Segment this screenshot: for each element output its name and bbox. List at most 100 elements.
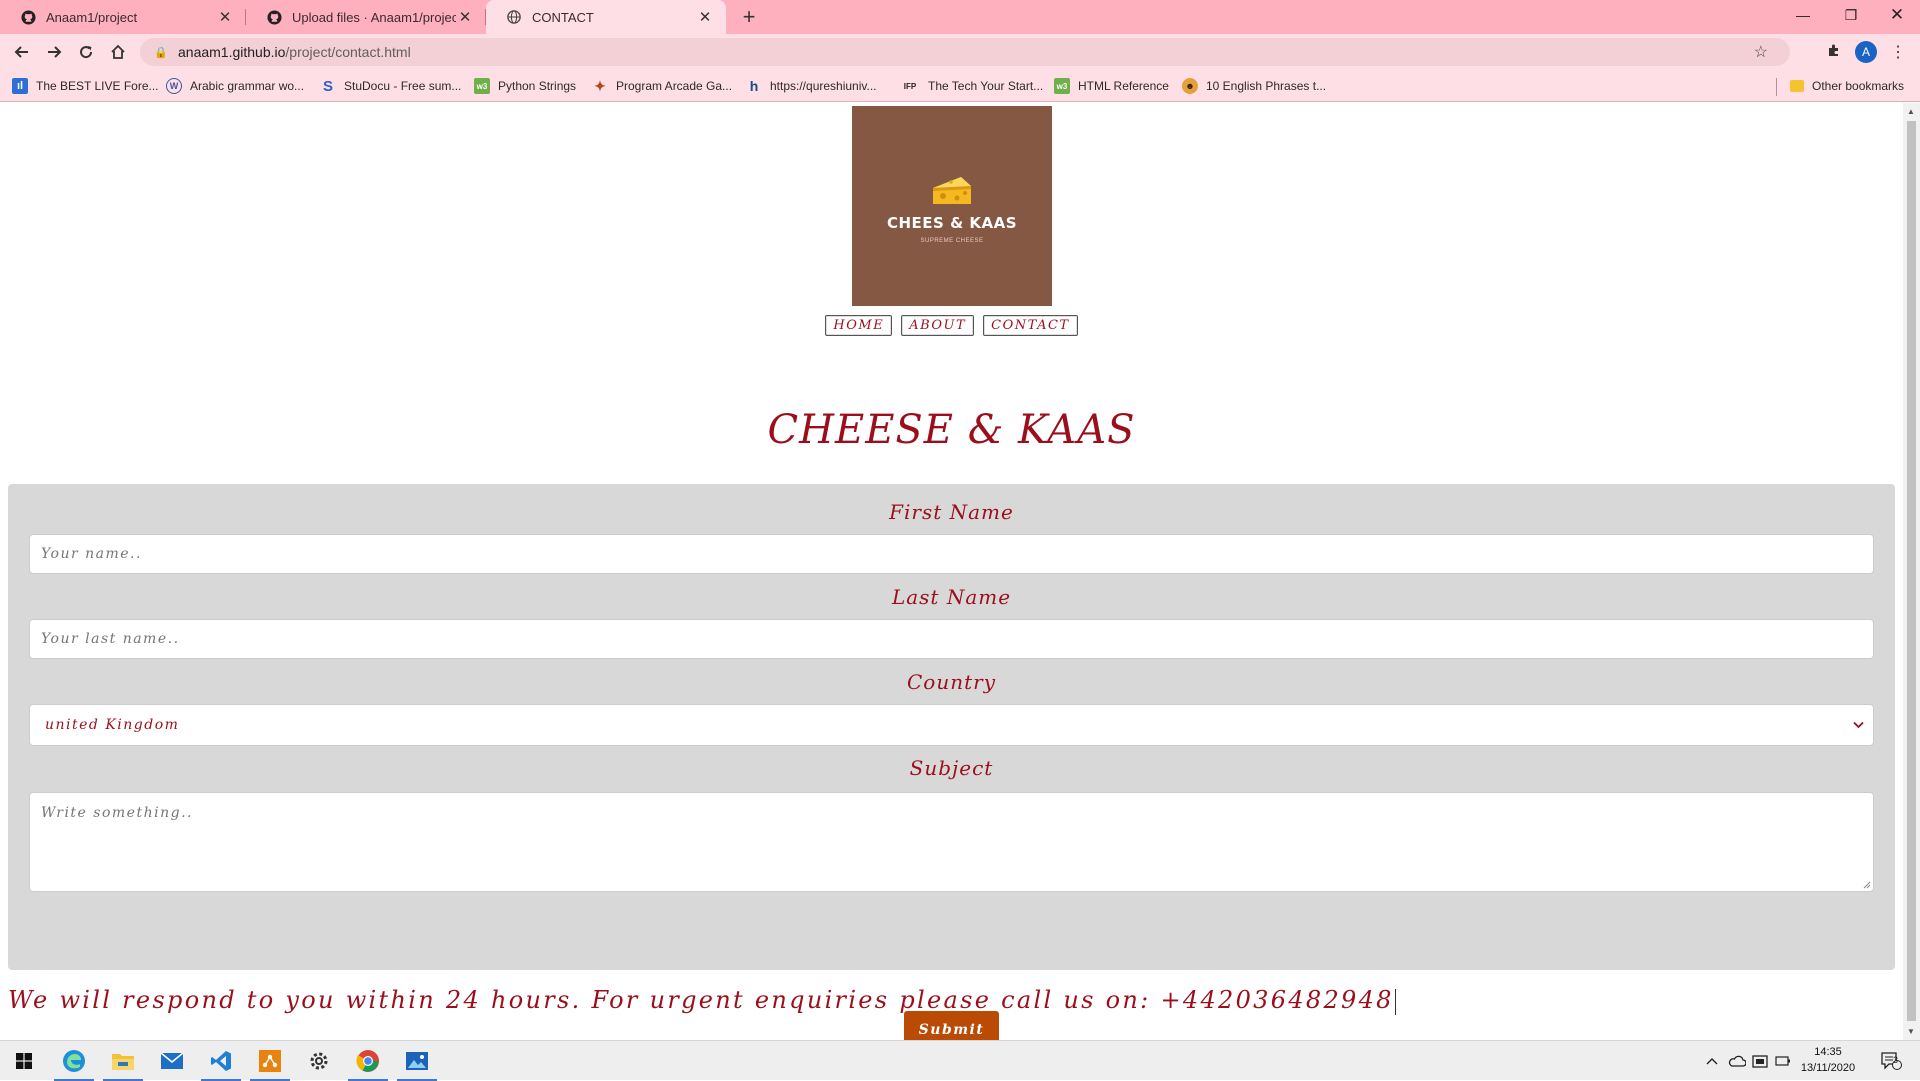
photos-icon[interactable] xyxy=(393,1041,441,1081)
subject-textarea[interactable]: Write something.. xyxy=(29,792,1874,892)
close-icon[interactable]: ✕ xyxy=(696,8,714,26)
scroll-down-icon[interactable]: ▼ xyxy=(1907,1027,1915,1036)
contact-form: First Name Your name.. Last Name Your la… xyxy=(8,484,1895,1040)
battery-icon[interactable] xyxy=(1775,1041,1791,1081)
response-note-text: We will respond to you within 24 hours. … xyxy=(8,986,1394,1014)
forward-icon[interactable] xyxy=(40,38,68,66)
restore-icon[interactable]: ❐ xyxy=(1828,0,1874,30)
bookmark-item[interactable]: ✦ Program Arcade Ga... xyxy=(592,76,732,96)
first-name-label: First Name xyxy=(889,500,1014,524)
leaf-icon: ✦ xyxy=(594,77,606,94)
mail-icon[interactable] xyxy=(148,1041,196,1081)
globe-icon xyxy=(506,9,522,25)
github-icon xyxy=(266,9,282,25)
country-select[interactable]: united Kingdom xyxy=(29,704,1874,746)
windows-start-icon[interactable] xyxy=(0,1041,48,1081)
response-note: We will respond to you within 24 hours. … xyxy=(8,986,1396,1015)
nav-about[interactable]: ABOUT xyxy=(901,315,975,336)
notifications-icon[interactable]: 3 xyxy=(1880,1041,1902,1081)
w3schools-icon: w3 xyxy=(1054,78,1070,94)
chrome-icon[interactable] xyxy=(344,1041,392,1081)
first-name-placeholder: Your name.. xyxy=(41,546,142,562)
bookmark-label: StuDocu - Free sum... xyxy=(344,79,462,93)
extensions-icon[interactable] xyxy=(1822,38,1846,62)
tab-contact[interactable]: CONTACT ✕ xyxy=(486,0,726,34)
home-icon[interactable] xyxy=(104,38,132,66)
bookmark-item[interactable]: w3 HTML Reference xyxy=(1054,76,1169,96)
bookmark-label: https://qureshiuniv... xyxy=(770,79,877,93)
bookmark-item[interactable]: ☻ 10 English Phrases t... xyxy=(1182,76,1326,96)
security-icon[interactable] xyxy=(1752,1041,1768,1081)
country-value: united Kingdom xyxy=(45,717,180,733)
folder-icon xyxy=(1790,80,1804,92)
settings-gear-icon[interactable] xyxy=(295,1041,343,1081)
bookmark-label: Arabic grammar wo... xyxy=(190,79,305,93)
chevron-down-icon xyxy=(1853,718,1864,732)
minimize-icon[interactable]: — xyxy=(1780,0,1826,30)
bookmark-item[interactable]: ıl The BEST LIVE Fore... xyxy=(12,76,159,96)
english-icon: ☻ xyxy=(1182,78,1198,94)
tab-title: Anaam1/project xyxy=(46,9,138,25)
page-title: CHEESE & KAAS xyxy=(767,407,1136,453)
cheese-icon xyxy=(933,177,971,204)
taskbar: 14:35 13/11/2020 3 xyxy=(0,1040,1920,1081)
logo-tagline: SUPREME CHEESE xyxy=(920,238,984,244)
w3schools-icon: w3 xyxy=(474,78,490,94)
bookmark-item[interactable]: W Arabic grammar wo... xyxy=(166,76,304,96)
tab-github-project[interactable]: Anaam1/project ✕ xyxy=(0,0,246,34)
bookmark-label: The BEST LIVE Fore... xyxy=(36,79,159,93)
url-host: anaam1.github.io xyxy=(178,44,286,60)
bookmark-item[interactable]: h https://qureshiuniv... xyxy=(746,76,877,96)
site-logo[interactable]: CHEES & KAAS SUPREME CHEESE xyxy=(852,106,1052,306)
nav-home[interactable]: HOME xyxy=(825,315,893,336)
bookmark-label: Python Strings xyxy=(498,79,577,93)
close-icon[interactable]: ✕ xyxy=(216,8,234,26)
last-name-input[interactable]: Your last name.. xyxy=(29,619,1874,659)
scrollbar-thumb[interactable] xyxy=(1907,121,1916,1021)
clock-time: 14:35 xyxy=(1814,1046,1842,1058)
show-hidden-icons[interactable] xyxy=(1706,1041,1718,1081)
nav-contact[interactable]: CONTACT xyxy=(983,315,1078,336)
bookmark-label: Program Arcade Ga... xyxy=(616,79,733,93)
tab-title: Upload files · Anaam1/project xyxy=(292,9,456,25)
bookmark-item[interactable]: S StuDocu - Free sum... xyxy=(320,76,461,96)
studocu-icon: S xyxy=(322,77,333,95)
hm-icon: h xyxy=(749,78,759,94)
last-name-placeholder: Your last name.. xyxy=(41,631,180,647)
bookmark-item[interactable]: IFP The Tech Your Start... xyxy=(900,76,1043,96)
git-app-icon[interactable] xyxy=(246,1041,294,1081)
bookmark-label: The Tech Your Start... xyxy=(928,79,1044,93)
vscode-icon[interactable] xyxy=(197,1041,245,1081)
reload-icon[interactable] xyxy=(72,38,100,66)
window-close-icon[interactable]: ✕ xyxy=(1874,0,1920,30)
system-clock[interactable]: 14:35 13/11/2020 xyxy=(1796,1044,1860,1076)
other-bookmarks[interactable]: Other bookmarks xyxy=(1790,76,1904,96)
close-icon[interactable]: ✕ xyxy=(456,8,474,26)
back-icon[interactable] xyxy=(8,38,36,66)
profile-avatar[interactable]: A xyxy=(1855,41,1877,63)
scroll-up-icon[interactable]: ▲ xyxy=(1907,107,1915,116)
bookmark-item[interactable]: w3 Python Strings xyxy=(474,76,576,96)
bookmark-star-icon[interactable]: ☆ xyxy=(1754,42,1768,62)
onedrive-icon[interactable] xyxy=(1728,1041,1746,1081)
address-bar[interactable]: 🔒 anaam1.github.io/project/contact.html … xyxy=(140,38,1790,66)
subject-label: Subject xyxy=(909,756,994,780)
first-name-input[interactable]: Your name.. xyxy=(29,534,1874,574)
resize-grip-icon[interactable] xyxy=(1862,880,1871,889)
new-tab-button[interactable]: + xyxy=(736,4,762,30)
file-explorer-icon[interactable] xyxy=(99,1041,147,1081)
bookmark-label: 10 English Phrases t... xyxy=(1206,79,1327,93)
last-name-label: Last Name xyxy=(891,585,1012,609)
country-label: Country xyxy=(906,670,996,694)
clock-date: 13/11/2020 xyxy=(1800,1062,1856,1074)
notification-count: 3 xyxy=(1893,1055,1899,1065)
logo-brand: CHEES & KAAS xyxy=(886,214,1018,232)
tab-upload-files[interactable]: Upload files · Anaam1/project ✕ xyxy=(246,0,486,34)
more-menu-icon[interactable]: ⋮ xyxy=(1888,40,1908,64)
url-path: /project/contact.html xyxy=(285,44,411,60)
edge-icon[interactable] xyxy=(50,1041,98,1081)
tab-title: CONTACT xyxy=(532,9,594,25)
page-scrollbar[interactable]: ▲ ▼ xyxy=(1903,103,1920,1040)
bookmarks-separator xyxy=(1776,78,1777,96)
submit-button[interactable]: Submit xyxy=(904,1011,999,1040)
